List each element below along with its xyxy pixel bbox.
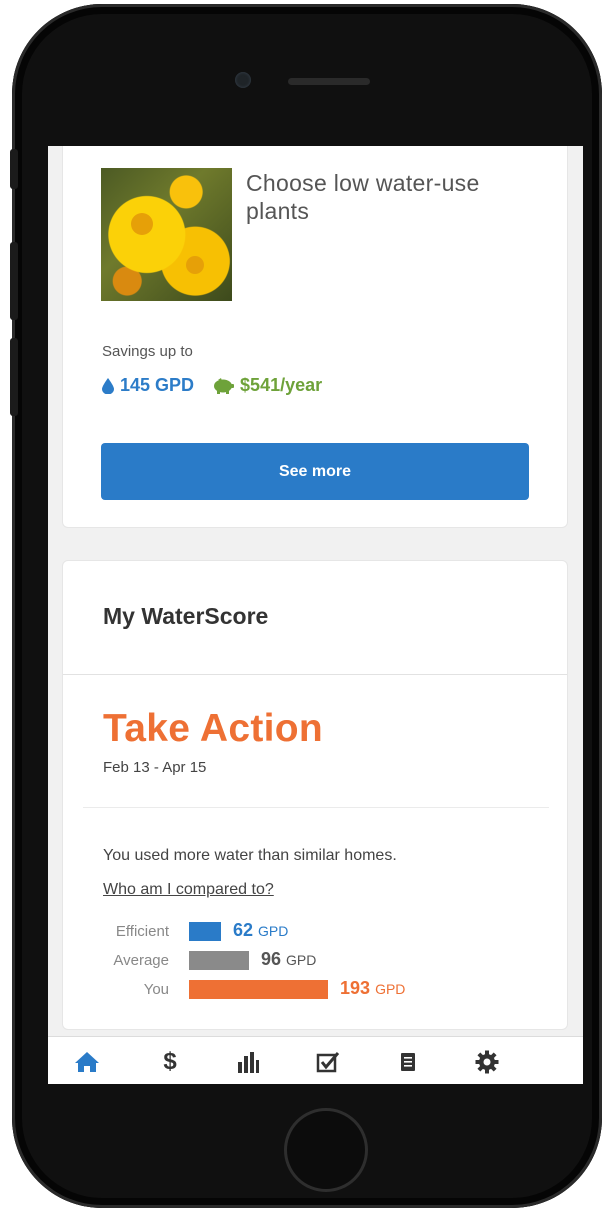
front-camera bbox=[235, 72, 251, 88]
savings-label: Savings up to bbox=[102, 343, 193, 360]
water-drop-icon bbox=[102, 377, 114, 394]
who-compared-link[interactable]: Who am I compared to? bbox=[103, 881, 274, 899]
tip-title: Choose low water-use plants bbox=[246, 170, 480, 224]
home-icon bbox=[75, 1052, 99, 1072]
nav-usage[interactable] bbox=[233, 1049, 263, 1075]
nav-documents[interactable] bbox=[393, 1049, 423, 1075]
document-icon bbox=[401, 1053, 415, 1071]
water-savings-value: 145 GPD bbox=[120, 375, 195, 395]
see-more-button[interactable]: See more bbox=[101, 443, 529, 500]
waterscore-status: Take Action bbox=[103, 707, 324, 750]
mute-switch bbox=[10, 149, 18, 189]
comparison-value: 193 GPD bbox=[340, 978, 406, 998]
nav-billing[interactable]: $ bbox=[155, 1048, 185, 1075]
tip-card: Choose low water-use plants Savings up t… bbox=[62, 146, 568, 528]
nav-home[interactable] bbox=[72, 1049, 102, 1075]
bottom-nav: $ bbox=[48, 1036, 583, 1084]
volume-down-button bbox=[10, 338, 18, 416]
comparison-row-average: Average 96 GPD bbox=[63, 949, 567, 972]
waterscore-card: My WaterScore Take Action Feb 13 - Apr 1… bbox=[62, 560, 568, 1030]
comparison-message: You used more water than similar homes. bbox=[103, 847, 397, 864]
divider bbox=[83, 807, 549, 808]
volume-up-button bbox=[10, 242, 18, 320]
money-savings: $541/year bbox=[212, 375, 322, 396]
home-button[interactable] bbox=[284, 1108, 368, 1192]
piggy-bank-icon bbox=[214, 377, 235, 394]
nav-settings[interactable] bbox=[472, 1049, 502, 1075]
settings-icon bbox=[475, 1050, 499, 1074]
water-savings: 145 GPD bbox=[102, 375, 194, 396]
bar-chart-icon bbox=[238, 1052, 259, 1073]
checklist-icon bbox=[316, 1052, 340, 1073]
nav-checklist[interactable] bbox=[313, 1049, 343, 1075]
money-savings-value: $541/year bbox=[240, 375, 323, 395]
comparison-value: 96 GPD bbox=[261, 949, 317, 969]
date-range: Feb 13 - Apr 15 bbox=[103, 759, 207, 776]
comparison-label: You bbox=[143, 981, 169, 998]
app-screen: Choose low water-use plants Savings up t… bbox=[48, 146, 583, 1084]
dollar-icon: $ bbox=[163, 1048, 177, 1075]
comparison-row-you: You 193 GPD bbox=[63, 978, 567, 1001]
earpiece-speaker bbox=[288, 78, 370, 85]
plant-photo bbox=[101, 168, 232, 301]
savings-values: 145 GPD $541/year bbox=[102, 375, 322, 396]
comparison-label: Average bbox=[113, 952, 169, 969]
comparison-bar bbox=[189, 922, 221, 941]
comparison-bar bbox=[189, 951, 249, 970]
comparison-label: Efficient bbox=[115, 923, 169, 940]
divider bbox=[63, 674, 567, 675]
comparison-value: 62 GPD bbox=[233, 920, 289, 940]
comparison-bar bbox=[189, 980, 328, 999]
comparison-row-efficient: Efficient 62 GPD bbox=[63, 920, 567, 943]
waterscore-title: My WaterScore bbox=[103, 603, 269, 629]
